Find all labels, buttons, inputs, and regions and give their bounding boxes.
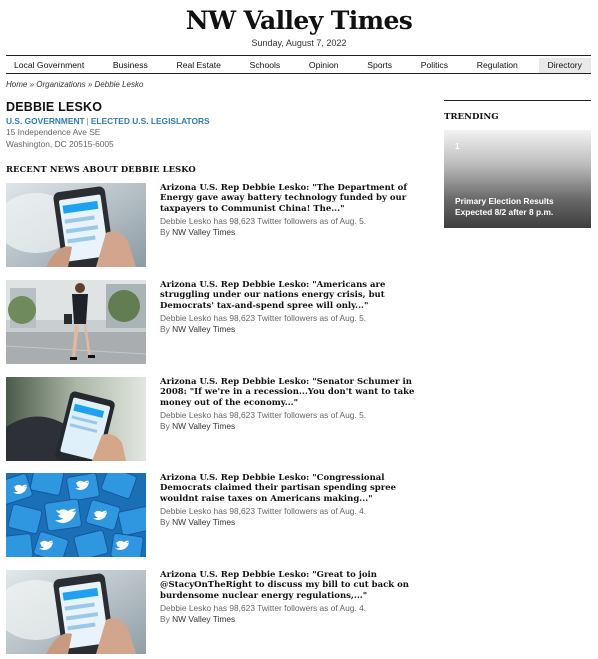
nav-politics[interactable]: Politics bbox=[413, 59, 456, 72]
article-headline-link[interactable]: Arizona U.S. Rep Debbie Lesko: "Senator … bbox=[160, 377, 432, 408]
byline-publisher[interactable]: NW Valley Times bbox=[172, 421, 235, 431]
nav-sports[interactable]: Sports bbox=[359, 59, 400, 72]
person-name: DEBBIE LESKO bbox=[6, 100, 103, 114]
byline-label: By bbox=[160, 516, 170, 527]
byline-publisher[interactable]: NW Valley Times bbox=[172, 517, 235, 527]
phone-in-hand-image[interactable] bbox=[6, 183, 146, 267]
article-byline: By NW Valley Times bbox=[160, 227, 432, 238]
news-article: Arizona U.S. Rep Debbie Lesko: "American… bbox=[6, 280, 426, 364]
trending-card[interactable]: 1 Primary Election Results Expected 8/2 … bbox=[444, 130, 591, 228]
article-meta: Debbie Lesko has 98,623 Twitter follower… bbox=[160, 312, 367, 323]
breadcrumb-home[interactable]: Home bbox=[6, 80, 27, 89]
article-byline: By NW Valley Times bbox=[160, 517, 432, 528]
profile-header: DEBBIE LESKO U.S. GOVERNMENT | ELECTED U.S… bbox=[6, 100, 426, 149]
trending-heading: TRENDING bbox=[444, 112, 499, 122]
trending-headline[interactable]: Primary Election Results Expected 8/2 af… bbox=[455, 196, 585, 217]
byline-publisher[interactable]: NW Valley Times bbox=[172, 324, 235, 334]
nav-directory[interactable]: Directory bbox=[538, 58, 591, 73]
byline-label: By bbox=[160, 613, 170, 624]
current-date: Sunday, August 7, 2022 bbox=[251, 38, 347, 48]
news-article: Arizona U.S. Rep Debbie Lesko: "The Depa… bbox=[6, 183, 426, 267]
main-nav: Local Government Business Real Estate Sc… bbox=[6, 55, 591, 74]
byline-label: By bbox=[160, 323, 170, 334]
sidebar: TRENDING 1 Primary Election Results Expe… bbox=[444, 100, 591, 228]
article-meta: Debbie Lesko has 98,623 Twitter follower… bbox=[160, 215, 367, 226]
breadcrumb: Home » Organizations » Debbie Lesko bbox=[6, 80, 143, 89]
breadcrumb-separator: » bbox=[85, 80, 95, 89]
category-links: U.S. GOVERNMENT | ELECTED U.S. LEGISLATORS bbox=[6, 116, 426, 126]
article-headline-link[interactable]: Arizona U.S. Rep Debbie Lesko: "The Depa… bbox=[160, 183, 432, 214]
site-title[interactable]: NW Valley Times bbox=[0, 6, 598, 36]
woman-walking-image[interactable] bbox=[6, 280, 146, 364]
breadcrumb-current: Debbie Lesko bbox=[94, 80, 144, 89]
recent-news-heading: RECENT NEWS ABOUT DEBBIE LESKO bbox=[6, 164, 196, 174]
byline-label: By bbox=[160, 420, 170, 431]
phone-in-hand-image[interactable] bbox=[6, 570, 146, 654]
phone-in-hand-image[interactable] bbox=[6, 377, 146, 461]
article-meta: Debbie Lesko has 98,623 Twitter follower… bbox=[160, 505, 367, 516]
article-meta: Debbie Lesko has 98,623 Twitter follower… bbox=[160, 602, 367, 613]
article-headline-link[interactable]: Arizona U.S. Rep Debbie Lesko: "American… bbox=[160, 280, 432, 311]
article-byline: By NW Valley Times bbox=[160, 324, 432, 335]
article-headline-link[interactable]: Arizona U.S. Rep Debbie Lesko: "Congress… bbox=[160, 473, 432, 504]
byline-publisher[interactable]: NW Valley Times bbox=[172, 614, 235, 624]
byline-label: By bbox=[160, 226, 170, 237]
article-byline: By NW Valley Times bbox=[160, 421, 432, 432]
masthead: NW Valley Times Sunday, August 7, 2022 bbox=[0, 6, 598, 48]
trending-rank: 1 bbox=[455, 142, 460, 151]
nav-opinion[interactable]: Opinion bbox=[301, 59, 347, 72]
article-byline: By NW Valley Times bbox=[160, 614, 432, 625]
article-meta: Debbie Lesko has 98,623 Twitter follower… bbox=[160, 409, 367, 420]
address-line-2: Washington, DC 20515-6005 bbox=[6, 138, 114, 149]
nav-real-estate[interactable]: Real Estate bbox=[169, 59, 229, 72]
address-line-1: 15 Independence Ave SE bbox=[6, 127, 101, 137]
twitter-bird-tiles-image[interactable] bbox=[6, 473, 146, 557]
news-article: Arizona U.S. Rep Debbie Lesko: "Senator … bbox=[6, 377, 426, 461]
breadcrumb-separator: » bbox=[27, 80, 37, 89]
nav-local-government[interactable]: Local Government bbox=[6, 59, 92, 72]
breadcrumb-organizations[interactable]: Organizations bbox=[36, 80, 85, 89]
byline-publisher[interactable]: NW Valley Times bbox=[172, 227, 235, 237]
news-article: Arizona U.S. Rep Debbie Lesko: "Congress… bbox=[6, 473, 426, 557]
article-headline-link[interactable]: Arizona U.S. Rep Debbie Lesko: "Great to… bbox=[160, 570, 432, 601]
nav-regulation[interactable]: Regulation bbox=[469, 59, 526, 72]
news-article: Arizona U.S. Rep Debbie Lesko: "Great to… bbox=[6, 570, 426, 654]
nav-schools[interactable]: Schools bbox=[242, 59, 289, 72]
category-us-government-link[interactable]: U.S. GOVERNMENT bbox=[6, 116, 85, 126]
category-elected-legislators-link[interactable]: ELECTED U.S. LEGISLATORS bbox=[91, 116, 210, 126]
nav-business[interactable]: Business bbox=[105, 59, 156, 72]
